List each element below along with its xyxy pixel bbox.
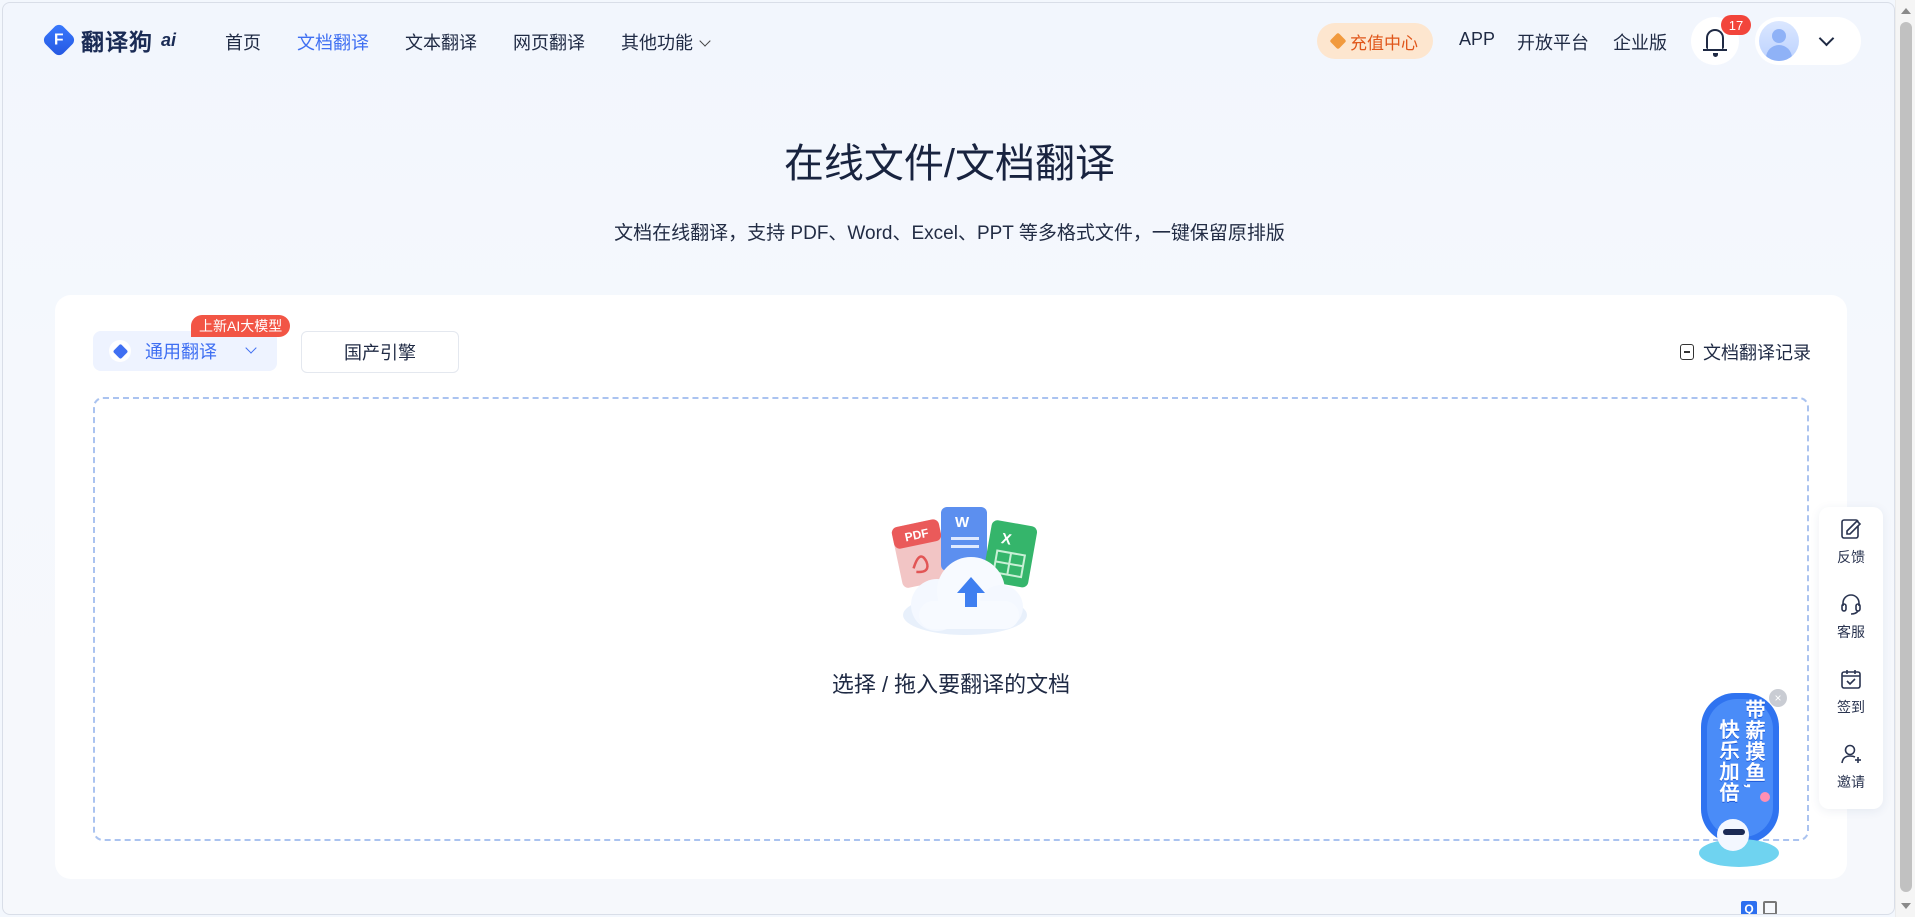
q-app-icon[interactable]: Q bbox=[1741, 901, 1757, 914]
scroll-up-icon[interactable] bbox=[1901, 8, 1911, 14]
expand-icon[interactable] bbox=[1763, 901, 1777, 914]
feedback-label: 反馈 bbox=[1837, 549, 1865, 565]
open-platform-link[interactable]: 开放平台 bbox=[1517, 29, 1589, 55]
logo-text: 翻译狗 bbox=[81, 29, 153, 55]
upload-cloud-icon: PDF W X bbox=[891, 507, 1038, 635]
invite-button[interactable]: 邀请 bbox=[1819, 732, 1883, 802]
notification-badge: 17 bbox=[1721, 15, 1751, 35]
logo[interactable]: F 翻译狗 ai bbox=[41, 22, 177, 58]
bottom-widget: Q bbox=[1741, 901, 1777, 914]
page-subtitle: 文档在线翻译，支持 PDF、Word、Excel、PPT 等多格式文件，一键保留… bbox=[614, 223, 1285, 244]
recharge-label: 充值中心 bbox=[1350, 33, 1418, 53]
domestic-engine-button[interactable]: 国产引擎 bbox=[301, 331, 459, 373]
file-dropzone[interactable]: PDF W X 选择 / 拖入要翻译的文档 bbox=[93, 397, 1809, 841]
add-user-icon bbox=[1841, 744, 1861, 764]
chevron-down-icon bbox=[1818, 30, 1835, 47]
support-button[interactable]: 客服 bbox=[1819, 582, 1883, 652]
support-label: 客服 bbox=[1837, 624, 1865, 640]
word-badge: W bbox=[955, 514, 970, 531]
enterprise-link[interactable]: 企业版 bbox=[1613, 29, 1667, 55]
calendar-check-icon bbox=[1841, 670, 1861, 689]
scroll-thumb[interactable] bbox=[1900, 22, 1912, 892]
history-label: 文档翻译记录 bbox=[1703, 343, 1811, 363]
promo-line1: 带薪摸鱼, bbox=[1742, 699, 1764, 790]
checkin-label: 签到 bbox=[1837, 699, 1865, 715]
dropzone-label: 选择 / 拖入要翻译的文档 bbox=[831, 672, 1071, 697]
promo-line2: 快乐加倍 bbox=[1716, 719, 1738, 803]
engine-logo-icon bbox=[109, 340, 131, 362]
edit-icon bbox=[1841, 519, 1862, 539]
new-ai-tag: 上新AI大模型 bbox=[191, 315, 291, 337]
checkin-button[interactable]: 签到 bbox=[1819, 657, 1883, 727]
scroll-down-icon[interactable] bbox=[1901, 903, 1911, 909]
logo-ai-mark: ai bbox=[161, 29, 177, 50]
main-nav: 首页 文档翻译 文本翻译 网页翻译 其他功能 bbox=[225, 29, 745, 55]
recharge-button[interactable]: 充值中心 bbox=[1317, 23, 1433, 59]
nav-other-label: 其他功能 bbox=[621, 33, 693, 53]
history-link[interactable]: 文档翻译记录 bbox=[1680, 339, 1811, 365]
nav-web-translate[interactable]: 网页翻译 bbox=[513, 29, 585, 55]
engine-label: 通用翻译 bbox=[145, 342, 217, 362]
logo-icon: F bbox=[41, 22, 77, 58]
page-title: 在线文件/文档翻译 bbox=[783, 142, 1116, 186]
feedback-button[interactable]: 反馈 bbox=[1819, 507, 1883, 577]
headset-icon bbox=[1841, 594, 1861, 615]
user-menu[interactable] bbox=[1755, 17, 1861, 65]
nav-home[interactable]: 首页 bbox=[225, 29, 261, 55]
avatar bbox=[1759, 21, 1799, 61]
app-link[interactable]: APP bbox=[1459, 29, 1495, 50]
chevron-down-icon bbox=[245, 342, 257, 354]
translate-card: 通用翻译 上新AI大模型 国产引擎 文档翻译记录 PDF W X 选择 / 拖入… bbox=[55, 295, 1847, 879]
app-frame: F 翻译狗 ai 首页 文档翻译 文本翻译 网页翻译 其他功能 充值中心 APP… bbox=[2, 2, 1895, 915]
nav-other-features[interactable]: 其他功能 bbox=[621, 29, 711, 55]
engine-select[interactable]: 通用翻译 bbox=[93, 331, 277, 371]
invite-label: 邀请 bbox=[1837, 774, 1865, 790]
top-header: F 翻译狗 ai 首页 文档翻译 文本翻译 网页翻译 其他功能 充值中心 APP… bbox=[3, 3, 1894, 79]
chevron-down-icon bbox=[699, 35, 711, 47]
bell-icon bbox=[1703, 29, 1727, 57]
diamond-icon bbox=[1329, 32, 1347, 50]
nav-text-translate[interactable]: 文本翻译 bbox=[405, 29, 477, 55]
side-toolbar: 反馈 客服 签到 邀请 bbox=[1819, 507, 1883, 809]
close-icon[interactable]: × bbox=[1769, 689, 1787, 707]
nav-doc-translate[interactable]: 文档翻译 bbox=[297, 29, 369, 55]
document-icon bbox=[1680, 344, 1694, 360]
scrollbar[interactable] bbox=[1895, 0, 1915, 917]
